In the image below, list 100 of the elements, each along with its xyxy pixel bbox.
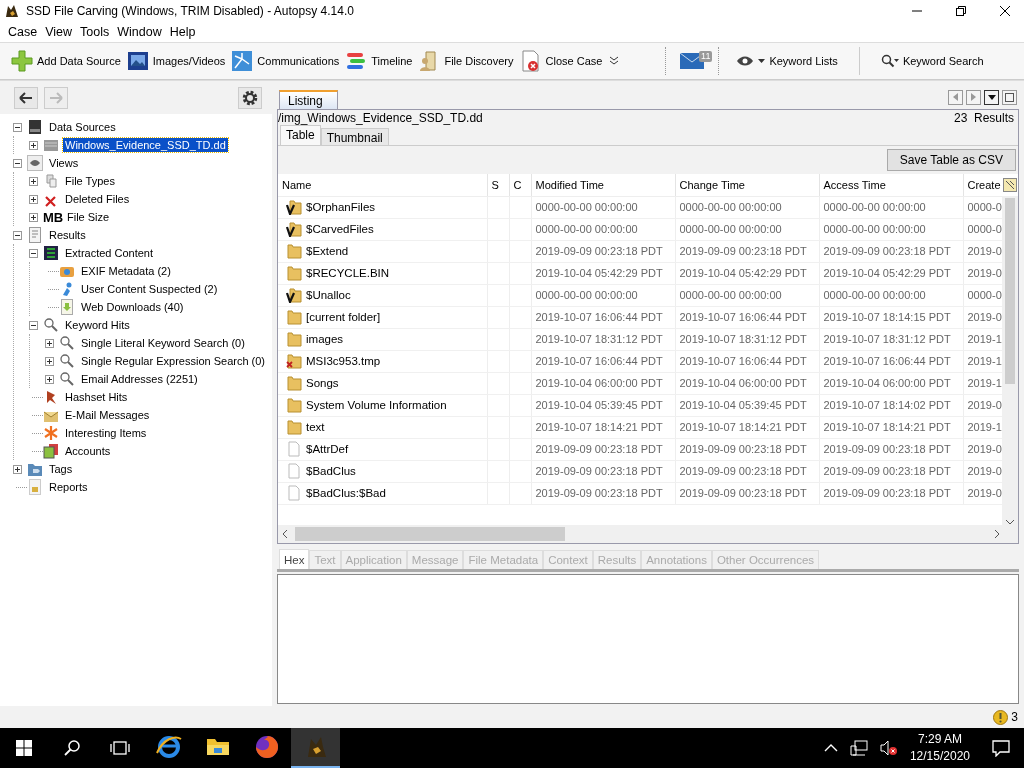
menu-item[interactable]: Window	[113, 25, 166, 39]
settings-button[interactable]	[238, 86, 262, 109]
column-chooser-icon[interactable]	[1003, 178, 1017, 192]
tree-item[interactable]: Keyword Hits	[63, 318, 132, 332]
scroll-left-icon[interactable]	[282, 530, 287, 538]
network-icon[interactable]	[849, 740, 868, 756]
file-name[interactable]: $AttrDef	[306, 443, 349, 455]
notifications-icon[interactable]	[992, 739, 1010, 757]
view-tab[interactable]: Thumbnail	[320, 128, 389, 146]
collapse-icon[interactable]	[29, 320, 38, 330]
view-tab[interactable]: Table	[280, 125, 321, 146]
collapse-icon[interactable]	[29, 248, 38, 258]
chevron-up-icon[interactable]	[823, 744, 838, 752]
file-name[interactable]: $CarvedFiles	[306, 223, 374, 235]
toolbar-button[interactable]: Close Case	[516, 46, 606, 76]
tree-item[interactable]: User Content Suspected (2)	[79, 282, 220, 296]
file-name[interactable]: $Extend	[306, 245, 349, 257]
file-name[interactable]: $BadClus	[306, 465, 356, 477]
file-name[interactable]: Songs	[306, 377, 339, 389]
taskbar-app[interactable]	[291, 728, 340, 768]
tree-item[interactable]: Web Downloads (40)	[79, 300, 186, 314]
tree-item[interactable]: Reports	[47, 480, 90, 494]
file-name[interactable]: System Volume Information	[306, 399, 447, 411]
speaker-muted-icon[interactable]	[879, 740, 898, 756]
toolbar-button[interactable]: Images/Videos	[123, 46, 229, 76]
file-name[interactable]: $OrphanFiles	[306, 201, 376, 213]
menu-item[interactable]: View	[41, 25, 77, 39]
expand-icon[interactable]	[29, 176, 38, 186]
table-cell: 2019-10-04 06:00:00 PDT	[675, 372, 819, 394]
file-name[interactable]: text	[306, 421, 325, 433]
column-header[interactable]: Access Time	[819, 174, 963, 196]
back-button[interactable]	[14, 86, 38, 109]
keyword-lists-button[interactable]: Keyword Lists	[733, 51, 841, 71]
column-header[interactable]: C	[509, 174, 531, 196]
close-icon[interactable]	[1000, 6, 1010, 16]
table-cell: 2019-09-09 00:23:18 PDT	[531, 460, 675, 482]
browser-icon	[154, 733, 183, 761]
toolbar-button[interactable]: Add Data Source	[8, 46, 124, 76]
column-header[interactable]: Modified Time	[531, 174, 675, 196]
scrollbar-thumb[interactable]	[295, 527, 565, 541]
tree-item[interactable]: Tags	[47, 462, 75, 476]
collapse-icon[interactable]	[13, 230, 22, 240]
expand-icon[interactable]	[13, 464, 22, 474]
tree-item[interactable]: Data Sources	[47, 120, 118, 134]
warning-icon[interactable]	[993, 709, 1009, 725]
file-name[interactable]: $BadClus:$Bad	[306, 487, 386, 499]
table-cell: 2019-09-09 00:23:18 PDT	[675, 240, 819, 262]
menu-item[interactable]: Help	[165, 25, 200, 39]
file-name[interactable]: MSI3c953.tmp	[306, 355, 381, 367]
expand-icon[interactable]	[45, 374, 54, 384]
expand-icon[interactable]	[29, 140, 38, 150]
file-name[interactable]: images	[306, 333, 344, 345]
menu-item[interactable]: Tools	[76, 25, 114, 39]
keyword-search-button[interactable]: Keyword Search	[877, 50, 987, 72]
file-name[interactable]: $Unalloc	[306, 289, 351, 301]
maximize-button[interactable]	[1002, 89, 1017, 105]
clock-date[interactable]: 12/15/2020	[909, 748, 970, 765]
double-chevron-icon[interactable]	[609, 56, 620, 66]
restore-icon[interactable]	[956, 6, 966, 16]
file-name[interactable]: [current folder]	[306, 311, 381, 323]
column-header[interactable]: Name	[278, 174, 487, 196]
column-header[interactable]: S	[487, 174, 509, 196]
tree-item[interactable]: Extracted Content	[63, 246, 156, 260]
scroll-right-icon[interactable]	[995, 530, 1000, 538]
scroll-down-icon[interactable]	[1006, 520, 1014, 525]
listing-tab[interactable]: Listing	[279, 90, 338, 109]
tree-item[interactable]: Views	[47, 156, 81, 170]
toolbar-button[interactable]: Communications	[228, 46, 343, 76]
table-cell: 0000-00-00 00:00:00	[819, 218, 963, 240]
tree-item[interactable]: EXIF Metadata (2)	[79, 264, 173, 278]
toolbar-button[interactable]: Timeline	[342, 46, 416, 76]
tree-item[interactable]: Single Literal Keyword Search (0)	[79, 336, 247, 350]
expand-icon[interactable]	[45, 356, 54, 366]
tree-item[interactable]: Accounts	[63, 444, 113, 458]
tree-item[interactable]: E-Mail Messages	[63, 408, 152, 422]
dropdown-button[interactable]	[984, 89, 999, 105]
tree-item[interactable]: File Types	[63, 174, 117, 188]
expand-icon[interactable]	[45, 338, 54, 348]
file-name[interactable]: $RECYCLE.BIN	[306, 267, 390, 279]
column-header[interactable]: Change Time	[675, 174, 819, 196]
scrollbar-thumb[interactable]	[1005, 198, 1015, 384]
clock-time[interactable]: 7:29 AM	[917, 731, 962, 748]
viewer-tab[interactable]: Hex	[279, 549, 310, 569]
tree-item[interactable]: Deleted Files	[63, 192, 132, 206]
save-csv-button[interactable]: Save Table as CSV	[886, 149, 1016, 172]
tree-item[interactable]: Hashset Hits	[63, 390, 130, 404]
expand-icon[interactable]	[29, 212, 38, 222]
collapse-icon[interactable]	[13, 122, 22, 132]
expand-icon[interactable]	[29, 194, 38, 204]
toolbar-button[interactable]: File Discovery	[415, 46, 517, 76]
previous-button[interactable]	[948, 89, 963, 105]
tree-item[interactable]: Single Regular Expression Search (0)	[79, 354, 268, 368]
tree-item[interactable]: File Size	[65, 210, 112, 224]
tree-item[interactable]: Windows_Evidence_SSD_TD.dd	[63, 138, 228, 152]
menu-item[interactable]: Case	[4, 25, 42, 39]
tree-item[interactable]: Interesting Items	[63, 426, 149, 440]
tree-item[interactable]: Results	[47, 228, 88, 242]
document-icon	[27, 479, 43, 495]
collapse-icon[interactable]	[13, 158, 22, 168]
tree-item[interactable]: Email Addresses (2251)	[79, 372, 200, 386]
